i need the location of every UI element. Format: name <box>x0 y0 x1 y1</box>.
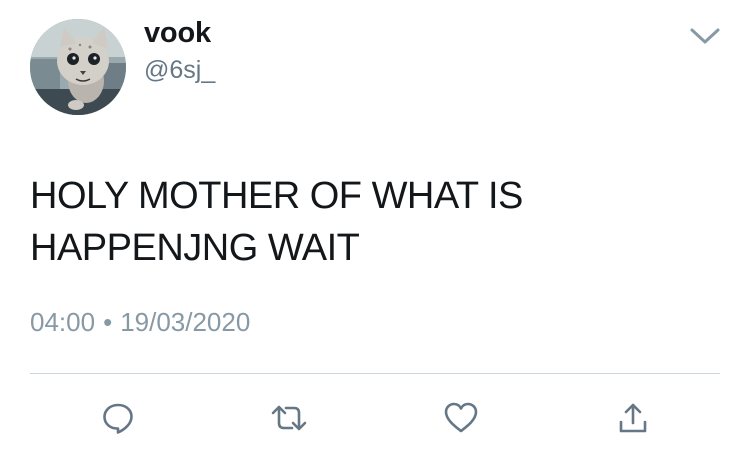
retweet-icon <box>271 405 307 431</box>
tweet-card: vook @6sj_ HOLY MOTHER OF WHAT IS HAPPEN… <box>0 0 750 457</box>
retweet-button[interactable] <box>269 398 309 438</box>
reply-icon <box>103 403 133 434</box>
like-button[interactable] <box>441 398 481 438</box>
heart-icon <box>444 402 478 433</box>
tweet-time: 04:00 <box>30 307 96 337</box>
user-handle[interactable]: @6sj_ <box>144 56 215 85</box>
tweet-date: 19/03/2020 <box>120 307 251 337</box>
avatar[interactable] <box>30 19 126 115</box>
reply-button[interactable] <box>98 398 138 438</box>
share-icon <box>619 403 647 433</box>
divider <box>30 373 720 374</box>
display-name[interactable]: vook <box>144 17 211 50</box>
avatar-cat-image <box>30 19 126 115</box>
share-button[interactable] <box>613 398 653 438</box>
meta-separator: • <box>103 307 113 337</box>
tweet-text-line: HOLY MOTHER OF WHAT IS <box>30 175 523 217</box>
tweet-timestamp[interactable]: 04:00 • 19/03/2020 <box>30 307 250 338</box>
chevron-down-icon[interactable] <box>685 22 725 50</box>
tweet-text-line: HAPPENJNG WAIT <box>30 227 360 269</box>
tweet-text: HOLY MOTHER OF WHAT IS HAPPENJNG WAIT <box>30 170 720 274</box>
